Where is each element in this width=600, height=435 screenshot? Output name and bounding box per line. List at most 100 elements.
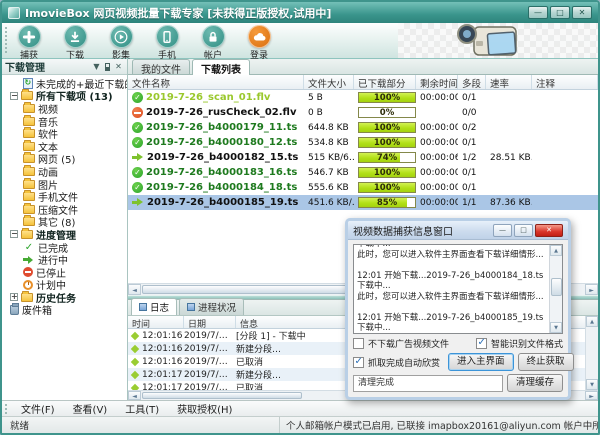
sidebar-item-所有下载项 (13)[interactable]: −所有下载项 (13) (2, 90, 127, 103)
dialog-maximize-button[interactable]: □ (514, 224, 533, 237)
scroll-left-icon[interactable]: ◄ (128, 391, 141, 400)
segments: 0/2 (462, 123, 476, 133)
table-row[interactable]: 2019-7-26_b4000182_15.ts515 KB/6…74%00:0… (128, 150, 598, 165)
column-header-文件大小[interactable]: 文件大小 (304, 75, 354, 89)
log-date: 2019/7/… (184, 383, 236, 391)
time-left: 00:00:00 (420, 198, 458, 208)
column-header-速率[interactable]: 速率 (486, 75, 532, 89)
segments: 0/1 (462, 168, 476, 178)
app-window: ImovieBox 网页视频批量下载专家 [未获得正版授权,试用中] — □ ✕… (0, 0, 600, 435)
file-name: 2019-7-26_rusCheck_02.flv (146, 107, 296, 118)
tab-log[interactable]: 日志 (131, 298, 177, 315)
menu-工具(T)[interactable]: 工具(T) (116, 401, 168, 416)
checkbox-auto-view[interactable] (353, 357, 364, 368)
scroll-right-icon[interactable]: ► (585, 284, 598, 295)
column-header-文件名称[interactable]: 文件名称 (128, 75, 304, 89)
dialog-scrollbar[interactable]: ▲ ▼ (549, 245, 562, 333)
expand-icon[interactable]: + (10, 293, 18, 301)
sidebar-item-废件箱[interactable]: 废件箱 (2, 304, 127, 317)
checkbox-no-ads[interactable] (353, 338, 364, 349)
close-button[interactable]: ✕ (572, 6, 592, 19)
log-column-header-时间[interactable]: 时间 (128, 316, 184, 328)
scroll-right-icon[interactable]: ► (585, 391, 598, 400)
log-time: 12:01:16 (142, 331, 184, 341)
progress-bar: 85% (358, 197, 416, 208)
dialog-close-button[interactable]: ✕ (535, 224, 563, 237)
scroll-up-icon[interactable]: ▲ (550, 245, 562, 256)
log-vertical-scrollbar[interactable]: ▲ ▼ (585, 316, 598, 390)
scroll-left-icon[interactable]: ◄ (128, 284, 141, 295)
menu-查看(V)[interactable]: 查看(V) (64, 401, 117, 416)
table-row[interactable]: 2019-7-26_b4000185_19.ts451.6 KB/…85%00:… (128, 195, 598, 210)
collapse-icon[interactable]: − (10, 92, 18, 100)
progress-label: 100% (359, 123, 415, 132)
log-date: 2019/7/… (184, 357, 236, 367)
window-title: ImovieBox 网页视频批量下载专家 [未获得正版授权,试用中] (25, 5, 523, 21)
scroll-thumb[interactable] (142, 285, 352, 294)
folder-tree: 未完成的+最近下载的−所有下载项 (13)视频音乐软件文本网页 (5)动画图片手… (2, 75, 127, 400)
dialog-options-row-2: 抓取完成自动欣赏 进入主界面 终止获取 (353, 353, 563, 371)
log-time: 12:01:17 (142, 383, 184, 391)
toolbar-button-帐户[interactable]: 帐户 (196, 25, 230, 61)
close-icon[interactable]: ✕ (113, 62, 124, 71)
scroll-down-icon[interactable]: ▼ (586, 379, 598, 390)
table-row[interactable]: ✓2019-7-26_b4000184_18.ts555.6 KB100%00:… (128, 180, 598, 195)
checkbox-smart-format[interactable] (476, 338, 487, 349)
menubar-gripper[interactable] (4, 403, 9, 414)
toolbar-button-下载[interactable]: 下载 (58, 25, 92, 61)
folder-icon (23, 217, 35, 226)
collapse-icon[interactable]: − (10, 230, 18, 238)
cleanup-status-field[interactable]: 清理完成 (353, 375, 503, 392)
menu-文件(F)[interactable]: 文件(F) (12, 401, 64, 416)
maximize-button[interactable]: □ (550, 6, 570, 19)
column-header-剩余时间[interactable]: 剩余时间 (416, 75, 458, 89)
clear-cache-button[interactable]: 清理缓存 (507, 374, 563, 392)
log-time: 12:01:16 (142, 344, 184, 354)
file-name: 2019-7-26_b4000183_16.ts (146, 167, 297, 178)
scroll-thumb[interactable] (551, 278, 562, 296)
file-size: 515 KB/6… (308, 153, 354, 163)
scroll-up-icon[interactable]: ▲ (586, 316, 598, 327)
sidebar-item-软件[interactable]: 软件 (2, 127, 127, 140)
log-time: 12:01:17 (142, 370, 184, 380)
file-name: 2019-7-26_b4000179_11.ts (146, 122, 297, 133)
tab-my-files[interactable]: 我的文件 (132, 59, 190, 74)
toolbar-button-登录[interactable]: 登录 (242, 25, 276, 61)
pin-icon[interactable] (105, 63, 110, 71)
table-row[interactable]: ✓2019-7-26_b4000180_12.ts534.8 KB100%00:… (128, 135, 598, 150)
sidebar-item-音乐[interactable]: 音乐 (2, 115, 127, 128)
toolbar-button-手机[interactable]: 手机 (150, 25, 184, 61)
chevron-down-icon[interactable]: ▼ (91, 62, 102, 71)
column-header-已下载部分[interactable]: 已下载部分 (354, 75, 416, 89)
title-bar[interactable]: ImovieBox 网页视频批量下载专家 [未获得正版授权,试用中] — □ ✕ (2, 2, 598, 23)
status-ready: 就绪 (2, 417, 280, 433)
scroll-down-icon[interactable]: ▼ (550, 322, 562, 333)
column-header-注释[interactable]: 注释 (532, 75, 598, 89)
table-row[interactable]: ✓2019-7-26_scan_01.flv5 B100%00:00:000/1 (128, 90, 598, 105)
sidebar-item-视频[interactable]: 视频 (2, 102, 127, 115)
tab-download-list[interactable]: 下载列表 (192, 59, 250, 75)
table-row[interactable]: 2019-7-26_rusCheck_02.flv0 B0%0/0 (128, 105, 598, 120)
toolbar-button-label: 手机 (158, 48, 176, 61)
stop-capture-button[interactable]: 终止获取 (518, 353, 574, 371)
enter-main-button[interactable]: 进入主界面 (448, 353, 514, 371)
minimize-button[interactable]: — (528, 6, 548, 19)
toolbar-gripper[interactable] (4, 26, 9, 55)
scroll-thumb[interactable] (142, 392, 302, 399)
table-row[interactable]: ✓2019-7-26_b4000179_11.ts644.8 KB100%00:… (128, 120, 598, 135)
folder-icon (23, 142, 35, 151)
toolbar-button-影集[interactable]: 影集 (104, 25, 138, 61)
folder-icon (23, 154, 35, 163)
sidebar-item-网页 (5)[interactable]: 网页 (5) (2, 153, 127, 166)
sidebar-item-历史任务[interactable]: +历史任务 (2, 291, 127, 304)
dialog-title-bar[interactable]: 视频数据捕获信息窗口 — □ ✕ (348, 221, 568, 240)
column-header-多段[interactable]: 多段 (458, 75, 486, 89)
toolbar-button-捕获[interactable]: 捕获 (12, 25, 46, 61)
menu-获取授权(H)[interactable]: 获取授权(H) (168, 401, 241, 416)
segments: 1/1 (462, 198, 476, 208)
sidebar-item-动画[interactable]: 动画 (2, 165, 127, 178)
dialog-minimize-button[interactable]: — (493, 224, 512, 237)
tab-process-status[interactable]: 进程状况 (179, 298, 244, 315)
log-column-header-日期[interactable]: 日期 (184, 316, 236, 328)
table-row[interactable]: ✓2019-7-26_b4000183_16.ts546.7 KB100%00:… (128, 165, 598, 180)
